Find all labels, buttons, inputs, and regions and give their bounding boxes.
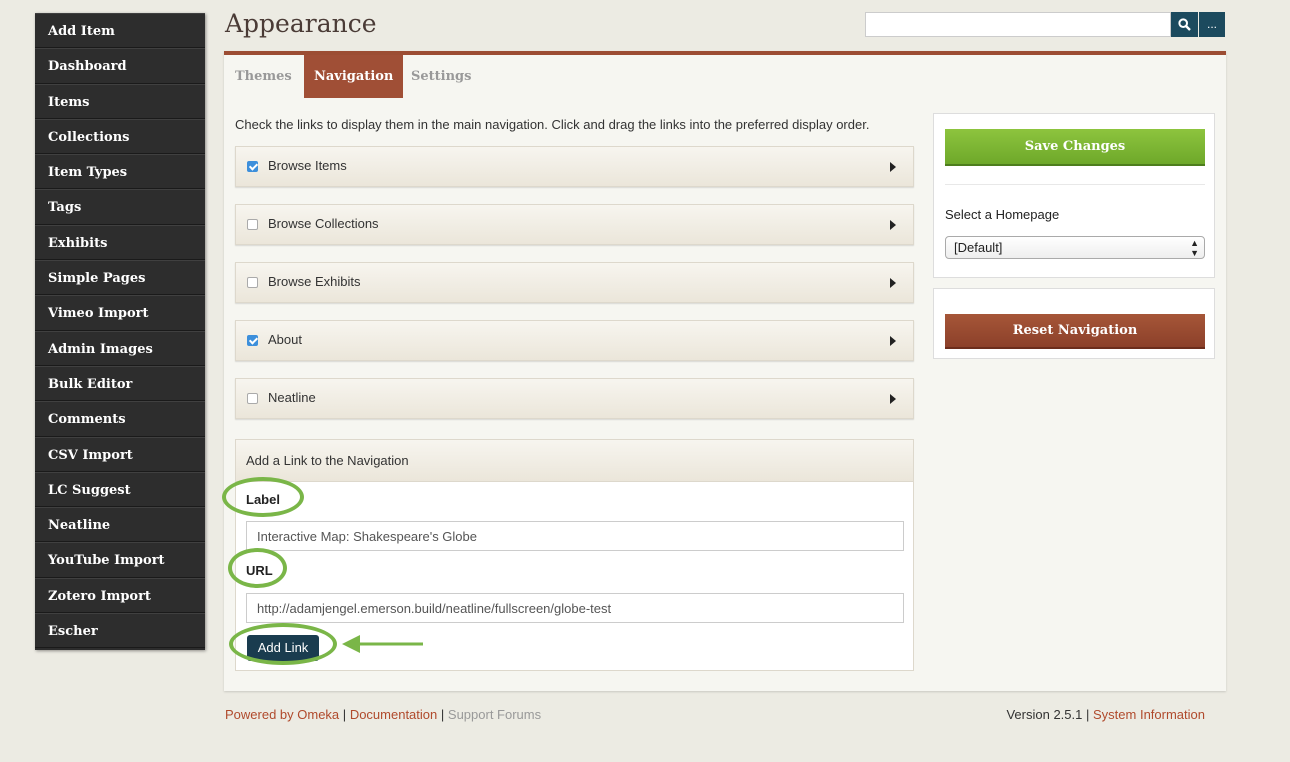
- add-link-header: Add a Link to the Navigation: [236, 440, 913, 482]
- search-icon: [1178, 18, 1191, 31]
- expand-arrow-icon[interactable]: [890, 162, 896, 172]
- save-panel: Save Changes Select a Homepage [Default]…: [933, 113, 1215, 278]
- footer-separator: |: [1085, 707, 1090, 722]
- tab-navigation[interactable]: Navigation: [304, 55, 404, 98]
- sidebar-item-add-item[interactable]: Add Item: [35, 13, 205, 49]
- url-field-label: URL: [246, 563, 273, 578]
- sidebar-item-zotero-import[interactable]: Zotero Import: [35, 577, 205, 614]
- save-changes-button[interactable]: Save Changes: [945, 129, 1205, 164]
- nav-link-label: Neatline: [268, 390, 316, 405]
- nav-link-checkbox[interactable]: [247, 277, 258, 288]
- add-link-section: Add a Link to the Navigation Label URL A…: [235, 439, 914, 671]
- sidebar-item-csv-import[interactable]: CSV Import: [35, 436, 205, 472]
- documentation-link[interactable]: Documentation: [350, 707, 437, 722]
- system-information-link[interactable]: System Information: [1093, 707, 1205, 722]
- sidebar-item-neatline[interactable]: Neatline: [35, 507, 205, 543]
- navigation-instructions: Check the links to display them in the m…: [235, 117, 870, 132]
- sidebar-item-simple-pages[interactable]: Simple Pages: [35, 260, 205, 296]
- nav-link-label: Browse Exhibits: [268, 274, 361, 289]
- homepage-select-value: [Default]: [954, 240, 1003, 255]
- sidebar-item-escher[interactable]: Escher: [35, 613, 205, 649]
- sidebar-item-bulk-editor[interactable]: Bulk Editor: [35, 365, 205, 402]
- reset-navigation-button[interactable]: Reset Navigation: [945, 314, 1205, 347]
- sidebar-item-dashboard[interactable]: Dashboard: [35, 48, 205, 84]
- sidebar-item-collections[interactable]: Collections: [35, 118, 205, 155]
- expand-arrow-icon[interactable]: [890, 220, 896, 230]
- reset-panel: Reset Navigation: [933, 288, 1215, 359]
- advanced-search-button[interactable]: ...: [1199, 12, 1225, 37]
- footer-separator: |: [342, 707, 347, 722]
- expand-arrow-icon[interactable]: [890, 394, 896, 404]
- sidebar-item-vimeo-import[interactable]: Vimeo Import: [35, 295, 205, 331]
- sidebar-item-tags[interactable]: Tags: [35, 189, 205, 225]
- support-forums-link[interactable]: Support Forums: [448, 707, 541, 722]
- nav-link-item[interactable]: Browse Collections: [235, 204, 914, 245]
- nav-link-checkbox[interactable]: [247, 335, 258, 346]
- sidebar-item-admin-images[interactable]: Admin Images: [35, 330, 205, 366]
- add-link-button[interactable]: Add Link: [247, 635, 319, 661]
- expand-arrow-icon[interactable]: [890, 278, 896, 288]
- nav-link-checkbox[interactable]: [247, 219, 258, 230]
- nav-link-label: About: [268, 332, 302, 347]
- nav-link-item[interactable]: Browse Exhibits: [235, 262, 914, 303]
- nav-link-checkbox[interactable]: [247, 393, 258, 404]
- label-field-label: Label: [246, 492, 280, 507]
- sidebar-item-lc-suggest[interactable]: LC Suggest: [35, 471, 205, 508]
- select-arrows-icon: ▲ ▼: [1190, 238, 1199, 258]
- sidebar-item-item-types[interactable]: Item Types: [35, 154, 205, 190]
- sidebar: Add Item Dashboard Items Collections Ite…: [35, 13, 205, 650]
- nav-link-label: Browse Items: [268, 158, 347, 173]
- nav-link-checkbox[interactable]: [247, 161, 258, 172]
- nav-link-item[interactable]: Neatline: [235, 378, 914, 419]
- tab-themes[interactable]: Themes: [225, 55, 302, 98]
- homepage-select[interactable]: [Default] ▲ ▼: [945, 236, 1205, 259]
- footer-links: Powered by Omeka | Documentation | Suppo…: [225, 707, 541, 722]
- homepage-select-label: Select a Homepage: [945, 207, 1060, 222]
- footer-version: Version 2.5.1 | System Information: [1006, 707, 1205, 722]
- url-input[interactable]: [246, 593, 904, 623]
- nav-link-item[interactable]: Browse Items: [235, 146, 914, 187]
- search-button[interactable]: [1171, 12, 1198, 37]
- page-title: Appearance: [225, 9, 377, 38]
- sidebar-item-comments[interactable]: Comments: [35, 401, 205, 437]
- divider: [945, 184, 1205, 185]
- search-input[interactable]: [865, 12, 1171, 37]
- sidebar-item-items[interactable]: Items: [35, 83, 205, 119]
- nav-link-label: Browse Collections: [268, 216, 379, 231]
- nav-link-item[interactable]: About: [235, 320, 914, 361]
- footer-separator: |: [440, 707, 445, 722]
- label-input[interactable]: [246, 521, 904, 551]
- powered-by-link[interactable]: Powered by Omeka: [225, 707, 339, 722]
- arrow-left-icon: [342, 635, 423, 653]
- sidebar-item-youtube-import[interactable]: YouTube Import: [35, 542, 205, 578]
- sidebar-item-exhibits[interactable]: Exhibits: [35, 224, 205, 261]
- expand-arrow-icon[interactable]: [890, 336, 896, 346]
- version-text: Version 2.5.1: [1006, 707, 1083, 722]
- tab-settings[interactable]: Settings: [401, 55, 481, 98]
